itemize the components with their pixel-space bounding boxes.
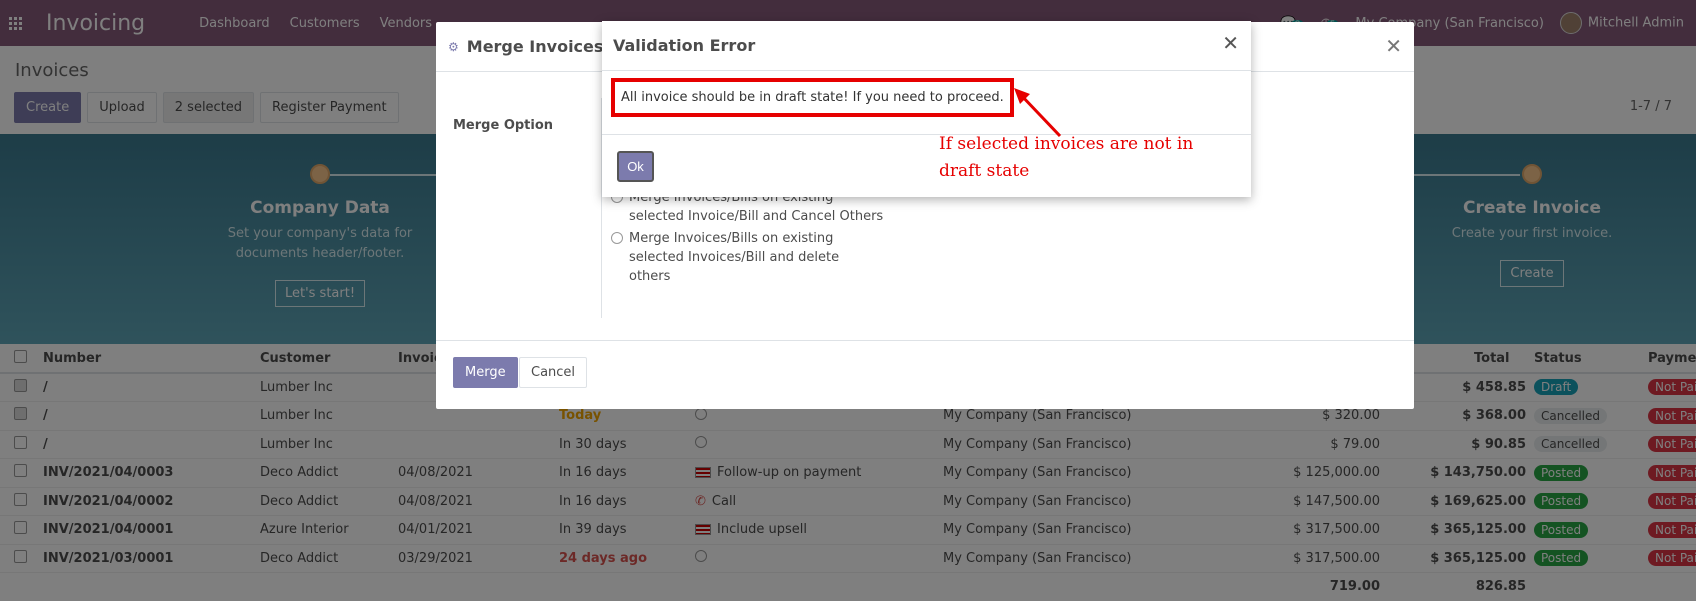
annotation-note: If selected invoices are not in draft st…	[939, 131, 1239, 185]
merge-button[interactable]: Merge	[453, 357, 518, 388]
option-text: others	[629, 269, 671, 284]
error-message: All invoice should be in draft state! If…	[611, 78, 1014, 117]
validation-dialog-header: Validation Error	[602, 21, 1251, 71]
radio-merge-delete[interactable]: Merge Invoices/Bills on existing selecte…	[611, 229, 839, 286]
close-icon[interactable]: ✕	[1222, 31, 1239, 55]
annotation-line: draft state	[939, 161, 1030, 181]
merge-option-label: Merge Option	[453, 118, 554, 133]
bug-icon: ⚙	[448, 39, 459, 54]
option-text: selected Invoices/Bill and delete	[629, 250, 840, 265]
close-icon[interactable]: ✕	[1385, 34, 1402, 58]
validation-dialog-title: Validation Error	[613, 36, 756, 55]
option-text: selected Invoice/Bill and Cancel Others	[629, 209, 884, 224]
radio-button[interactable]	[611, 232, 623, 244]
cancel-button[interactable]: Cancel	[519, 357, 588, 388]
annotation-line: If selected invoices are not in	[939, 134, 1194, 154]
merge-dialog-title: Merge Invoices	[466, 37, 604, 56]
merge-dialog-footer: Merge Cancel	[436, 340, 1414, 409]
option-text: Merge Invoices/Bills on existing	[629, 231, 834, 246]
ok-button[interactable]: Ok	[617, 151, 654, 182]
